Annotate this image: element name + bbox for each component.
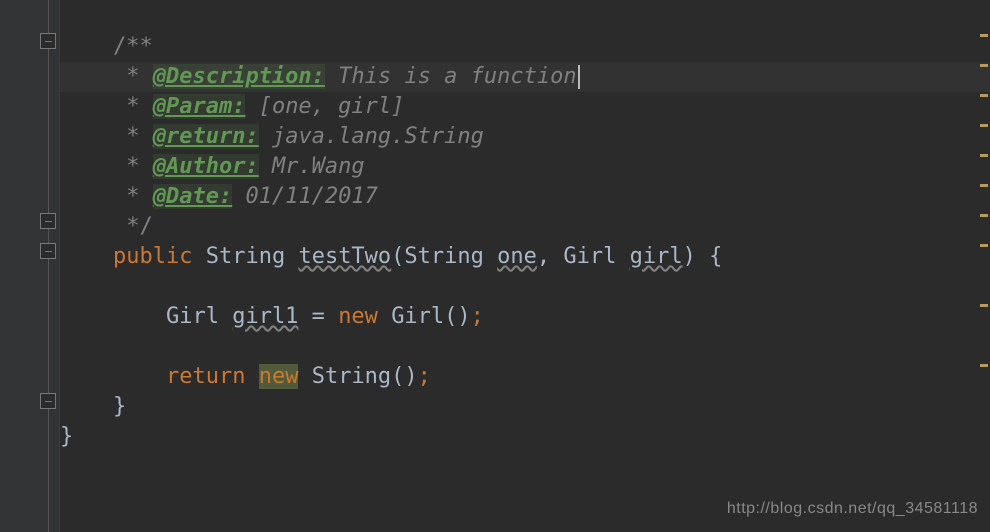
- javadoc-close: */: [60, 214, 153, 239]
- javadoc-author-text: Mr.Wang: [259, 154, 365, 179]
- lparen: (: [391, 244, 404, 269]
- keyword-return: return: [166, 364, 245, 389]
- type-girl: Girl: [563, 244, 616, 269]
- javadoc-tag-author: @Author:: [153, 154, 259, 179]
- marker-warning[interactable]: [980, 34, 988, 37]
- fold-toggle-icon[interactable]: [40, 243, 56, 259]
- keyword-public: public: [113, 244, 192, 269]
- fold-toggle-icon[interactable]: [40, 393, 56, 409]
- code-line: /**: [60, 32, 990, 62]
- javadoc-tag-return: @return:: [153, 124, 259, 149]
- code-line: * @Author: Mr.Wang: [60, 152, 990, 182]
- code-editor[interactable]: /** * @Description: This is a function *…: [60, 0, 990, 532]
- code-line-current: * @Description: This is a function: [60, 62, 990, 92]
- param-girl: girl: [630, 244, 683, 269]
- method-name: testTwo: [298, 244, 391, 269]
- code-line: return new String();: [60, 362, 990, 392]
- fold-toggle-icon[interactable]: [40, 33, 56, 49]
- code-line: * @Date: 01/11/2017: [60, 182, 990, 212]
- javadoc-open: /**: [60, 34, 153, 59]
- keyword-new: new: [338, 304, 378, 329]
- marker-bar: [980, 0, 988, 532]
- fold-toggle-icon[interactable]: [40, 213, 56, 229]
- code-line: */: [60, 212, 990, 242]
- javadoc-description-text: This is a function: [325, 64, 577, 89]
- marker-warning[interactable]: [980, 304, 988, 307]
- close-brace: }: [60, 424, 73, 449]
- javadoc-star: *: [60, 124, 153, 149]
- code-line: Girl girl1 = new Girl();: [60, 302, 990, 332]
- marker-warning[interactable]: [980, 184, 988, 187]
- type-girl: Girl: [166, 304, 219, 329]
- marker-warning[interactable]: [980, 124, 988, 127]
- keyword-new-highlighted: new: [259, 364, 299, 389]
- marker-warning[interactable]: [980, 154, 988, 157]
- text-caret: [578, 65, 580, 89]
- marker-warning[interactable]: [980, 214, 988, 217]
- rparen: ): [683, 244, 696, 269]
- semicolon: ;: [418, 364, 431, 389]
- javadoc-star: *: [60, 154, 153, 179]
- code-line: * @return: java.lang.String: [60, 122, 990, 152]
- javadoc-tag-param: @Param:: [153, 94, 246, 119]
- equals: =: [298, 304, 338, 329]
- semicolon: ;: [471, 304, 484, 329]
- code-line-empty: [60, 272, 990, 302]
- code-line: public String testTwo(String one, Girl g…: [60, 242, 990, 272]
- comma: ,: [537, 244, 564, 269]
- marker-warning[interactable]: [980, 94, 988, 97]
- gutter: [0, 0, 60, 532]
- javadoc-return-text: java.lang.String: [259, 124, 484, 149]
- ctor-string: String(): [312, 364, 418, 389]
- param-one: one: [497, 244, 537, 269]
- javadoc-tag-date: @Date:: [153, 184, 232, 209]
- javadoc-star: *: [60, 94, 153, 119]
- close-brace: }: [113, 394, 126, 419]
- marker-warning[interactable]: [980, 244, 988, 247]
- code-line: }: [60, 422, 990, 452]
- javadoc-date-text: 01/11/2017: [232, 184, 378, 209]
- javadoc-star: *: [60, 64, 153, 89]
- type-string: String: [404, 244, 483, 269]
- marker-warning[interactable]: [980, 64, 988, 67]
- marker-warning[interactable]: [980, 364, 988, 367]
- javadoc-star: *: [60, 184, 153, 209]
- local-var-girl1: girl1: [232, 304, 298, 329]
- open-brace: {: [696, 244, 723, 269]
- type-string: String: [206, 244, 285, 269]
- watermark-text: http://blog.csdn.net/qq_34581118: [727, 494, 978, 524]
- code-line-empty: [60, 332, 990, 362]
- javadoc-tag-description: @Description:: [153, 64, 325, 89]
- javadoc-param-text: [one, girl]: [245, 94, 404, 119]
- ctor-girl: Girl(): [391, 304, 470, 329]
- fold-guide-line: [48, 0, 49, 532]
- code-line: }: [60, 392, 990, 422]
- code-line: * @Param: [one, girl]: [60, 92, 990, 122]
